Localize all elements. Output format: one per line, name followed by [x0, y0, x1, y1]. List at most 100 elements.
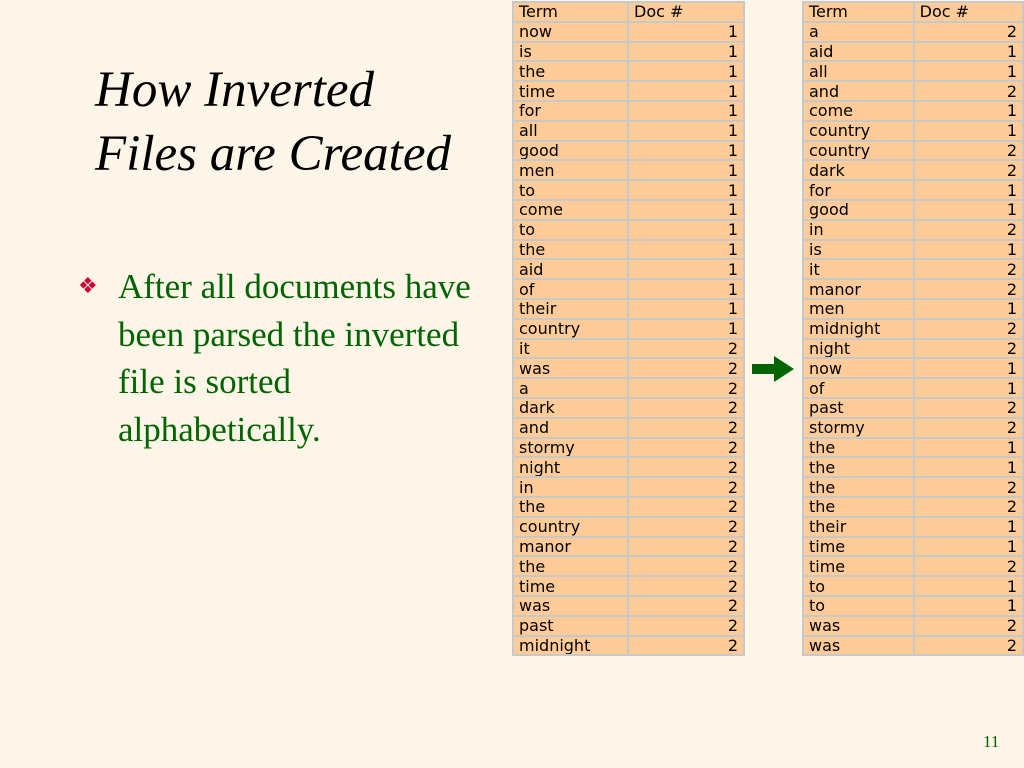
term-cell: dark — [512, 396, 629, 419]
table-row: of 1 — [802, 377, 1024, 399]
table-row: night 2 — [512, 456, 745, 479]
doc-number-cell: 1 — [912, 594, 1024, 617]
table-row: manor 2 — [802, 278, 1024, 300]
table-row: country 1 — [802, 119, 1024, 142]
table-row: the 1 — [512, 60, 745, 83]
table-row: and 2 — [512, 416, 745, 439]
slide-title: How Inverted Files are Created — [95, 58, 505, 186]
term-cell: country — [512, 317, 629, 340]
doc-number-cell: 2 — [912, 159, 1024, 182]
doc-number-cell: 2 — [912, 495, 1024, 518]
term-cell: time — [512, 80, 629, 102]
term-cell: night — [512, 456, 629, 479]
term-cell: it — [802, 258, 915, 281]
table-row: was 2 — [802, 614, 1024, 637]
table-row: now 1 — [512, 20, 745, 43]
table-row: in 2 — [512, 476, 745, 498]
term-cell: is — [512, 40, 629, 63]
term-cell: men — [802, 297, 915, 320]
doc-number-cell: 1 — [912, 40, 1024, 63]
term-cell: the — [512, 495, 629, 518]
doc-number-cell: 1 — [912, 119, 1024, 142]
doc-number-cell: 1 — [627, 278, 745, 300]
term-cell: the — [802, 495, 915, 518]
doc-number-cell: 2 — [627, 416, 745, 439]
doc-number-cell: 2 — [912, 258, 1024, 281]
doc-number-cell: 2 — [912, 139, 1024, 162]
term-cell: country — [512, 515, 629, 538]
table-row: and 2 — [802, 80, 1024, 102]
doc-number-cell: 1 — [912, 575, 1024, 597]
table-row: past 2 — [512, 614, 745, 637]
table-row: aid 1 — [512, 258, 745, 281]
term-cell: their — [512, 297, 629, 320]
doc-number-cell: 1 — [912, 515, 1024, 538]
doc-number-cell: 2 — [627, 555, 745, 578]
table-row: stormy 2 — [512, 436, 745, 459]
doc-number-cell: 1 — [627, 99, 745, 122]
table-row: time 1 — [802, 535, 1024, 558]
page-number: 11 — [983, 732, 1000, 751]
term-cell: is — [802, 238, 915, 261]
table-header-row: Term Doc # — [512, 1, 745, 23]
table-row: was 2 — [802, 634, 1024, 657]
term-cell: of — [802, 377, 915, 399]
doc-number-cell: 1 — [627, 119, 745, 142]
term-cell: was — [512, 594, 629, 617]
doc-number-cell: 1 — [627, 40, 745, 63]
term-cell: a — [512, 377, 629, 399]
doc-number-cell: 1 — [627, 179, 745, 201]
table-row: night 2 — [802, 337, 1024, 360]
term-cell: their — [802, 515, 915, 538]
term-cell: of — [512, 278, 629, 300]
table-row: country 2 — [512, 515, 745, 538]
doc-number-cell: 1 — [627, 297, 745, 320]
term-cell: the — [802, 436, 915, 459]
table-row: a2 — [802, 20, 1024, 43]
doc-number-cell: 2 — [912, 278, 1024, 300]
term-cell: country — [802, 139, 915, 162]
doc-number-cell: 2 — [627, 337, 745, 360]
doc-number-cell: 1 — [627, 317, 745, 340]
doc-number-cell: 2 — [912, 218, 1024, 241]
doc-number-cell: 1 — [912, 377, 1024, 399]
table-row: the 2 — [512, 555, 745, 578]
doc-number-cell: 1 — [912, 357, 1024, 380]
term-cell: dark — [802, 159, 915, 182]
doc-number-cell: 2 — [627, 515, 745, 538]
doc-number-cell: 2 — [627, 614, 745, 637]
term-cell: the — [802, 476, 915, 498]
table-row: their 1 — [512, 297, 745, 320]
term-cell: the — [512, 60, 629, 83]
doc-number-cell: 1 — [912, 297, 1024, 320]
table-row: men 1 — [512, 159, 745, 182]
slide-title-line-2: Files are Created — [95, 126, 451, 182]
doc-number-cell: 2 — [912, 20, 1024, 43]
table-header-row: Term Doc # — [802, 1, 1024, 23]
table-row: their 1 — [802, 515, 1024, 538]
term-cell: men — [512, 159, 629, 182]
term-cell: come — [802, 99, 915, 122]
term-cell: aid — [512, 258, 629, 281]
term-cell: in — [802, 218, 915, 241]
term-cell: it — [512, 337, 629, 360]
table-row: dark 2 — [802, 159, 1024, 182]
doc-number-cell: 2 — [912, 317, 1024, 340]
diamond-bullet-icon: ❖ — [78, 273, 98, 298]
table-row: in 2 — [802, 218, 1024, 241]
doc-number-cell: 1 — [627, 60, 745, 83]
table-row: to 1 — [512, 179, 745, 201]
term-cell: midnight — [512, 634, 629, 657]
table-row: to 1 — [512, 218, 745, 241]
table-row: come 1 — [512, 198, 745, 221]
table-row: was 2 — [512, 357, 745, 380]
table-row: for 1 — [512, 99, 745, 122]
table-row: a2 — [512, 377, 745, 399]
doc-number-cell: 2 — [912, 416, 1024, 439]
table-row: is 1 — [802, 238, 1024, 261]
term-cell: aid — [802, 40, 915, 63]
doc-column-header: Doc # — [912, 1, 1024, 23]
doc-number-cell: 2 — [627, 634, 745, 657]
term-cell: time — [802, 535, 915, 558]
doc-number-cell: 1 — [627, 20, 745, 43]
